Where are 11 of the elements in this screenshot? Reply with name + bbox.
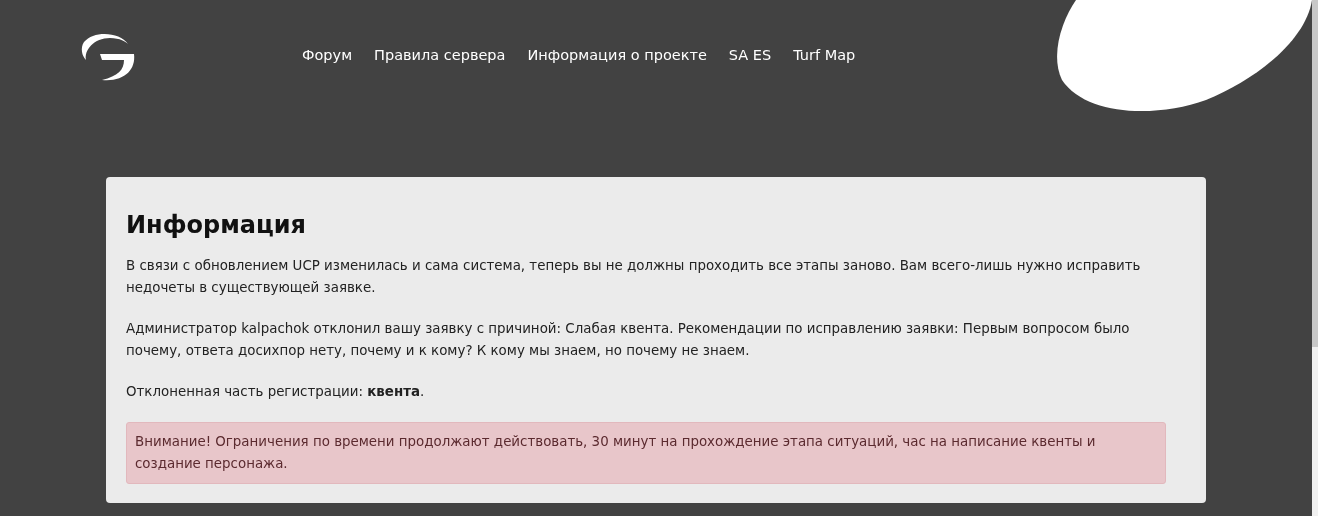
warning-alert: Внимание! Ограничения по времени продолжают действовать, 30 минут на прохождение этапа ситуаций, час на написание квенты и создание персонажа. [126, 422, 1166, 484]
nav-link[interactable]: Turf Map [793, 47, 856, 63]
paragraph: В связи с обновлением UCP изменилась и сама система, теперь вы не должны проходить все этапы заново. Вам всего-лишь нужно исправить недочеты в существующей заявке. [126, 257, 1142, 297]
card-title: Информация [126, 211, 307, 239]
paragraph: Администратор kalpachok отклонил вашу заявку с причиной: Слабая квента. Рекомендации по исправлению заявки: Первым вопросом было почему, ответа досихпор нету, почему и к кому? К кому мы знаем, но почему не знаем. [126, 320, 1131, 360]
paragraph: Отклоненная часть регистрации: квента. [126, 383, 426, 401]
nav-link[interactable]: Правила сервера [374, 47, 506, 63]
nav-link[interactable]: Форум [302, 47, 353, 63]
scrollbar[interactable] [1312, 0, 1318, 516]
nav-link[interactable]: SA ES [728, 47, 772, 63]
nav-link[interactable]: Информация о проекте [527, 47, 707, 63]
